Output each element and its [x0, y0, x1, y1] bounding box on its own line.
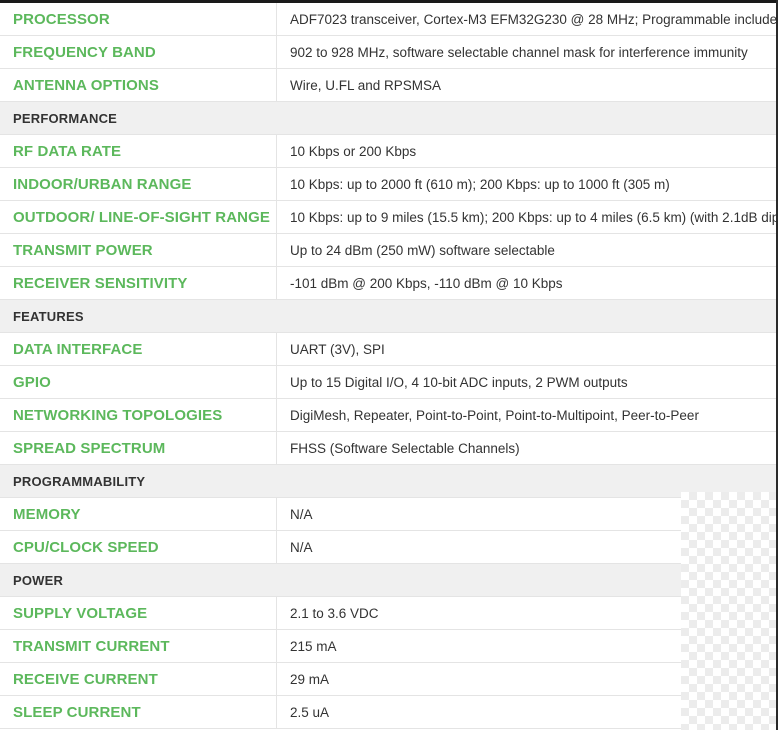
spec-label: SPREAD SPECTRUM — [0, 432, 277, 464]
spec-value: 10 Kbps: up to 2000 ft (610 m); 200 Kbps… — [290, 176, 670, 192]
spec-row: TRANSMIT POWER Up to 24 dBm (250 mW) soft… — [0, 234, 778, 267]
spec-value: Up to 15 Digital I/O, 4 10-bit ADC input… — [290, 374, 628, 390]
spec-label: FREQUENCY BAND — [0, 36, 277, 68]
spec-value: UART (3V), SPI — [290, 341, 385, 357]
spec-label: GPIO — [0, 366, 277, 398]
spec-row: OUTDOOR/ LINE-OF-SIGHT RANGE 10 Kbps: up … — [0, 201, 778, 234]
spec-row: INDOOR/URBAN RANGE 10 Kbps: up to 2000 ft… — [0, 168, 778, 201]
spec-row: RECEIVE CURRENT 29 mA — [0, 663, 778, 696]
spec-label: RECEIVE CURRENT — [0, 663, 277, 695]
spec-row: SPREAD SPECTRUM FHSS (Software Selectable… — [0, 432, 778, 465]
spec-label: INDOOR/URBAN RANGE — [0, 168, 277, 200]
spec-label: NETWORKING TOPOLOGIES — [0, 399, 277, 431]
spec-row: RF DATA RATE 10 Kbps or 200 Kbps — [0, 135, 778, 168]
spec-row: PROCESSOR ADF7023 transceiver, Cortex-M3 … — [0, 3, 778, 36]
spec-value: 902 to 928 MHz, software selectable chan… — [290, 44, 748, 60]
section-title: PERFORMANCE — [13, 110, 118, 126]
spec-label: RECEIVER SENSITIVITY — [0, 267, 277, 299]
spec-row: MEMORY N/A — [0, 498, 778, 531]
spec-label: RF DATA RATE — [0, 135, 277, 167]
spec-label: SLEEP CURRENT — [0, 696, 277, 728]
section-title: PROGRAMMABILITY — [13, 473, 146, 489]
spec-value: ADF7023 transceiver, Cortex-M3 EFM32G230… — [290, 11, 778, 27]
section-title: POWER — [13, 572, 64, 588]
section-header-row: PERFORMANCE — [0, 102, 778, 135]
spec-table: PROCESSOR ADF7023 transceiver, Cortex-M3 … — [0, 3, 778, 729]
spec-label: TRANSMIT CURRENT — [0, 630, 277, 662]
transparent-background-pattern — [681, 492, 776, 730]
spec-row: SLEEP CURRENT 2.5 uA — [0, 696, 778, 729]
spec-value: Wire, U.FL and RPSMSA — [290, 77, 442, 93]
section-header-row: POWER — [0, 564, 778, 597]
spec-value: DigiMesh, Repeater, Point-to-Point, Poin… — [290, 407, 699, 423]
spec-value: FHSS (Software Selectable Channels) — [290, 440, 520, 456]
spec-label: ANTENNA OPTIONS — [0, 69, 277, 101]
spec-row: FREQUENCY BAND 902 to 928 MHz, software s… — [0, 36, 778, 69]
spec-row: TRANSMIT CURRENT 215 mA — [0, 630, 778, 663]
spec-row: NETWORKING TOPOLOGIES DigiMesh, Repeater,… — [0, 399, 778, 432]
spec-label: PROCESSOR — [0, 3, 277, 35]
section-header-row: FEATURES — [0, 300, 778, 333]
spec-value: 10 Kbps or 200 Kbps — [290, 143, 417, 159]
spec-label: TRANSMIT POWER — [0, 234, 277, 266]
spec-label: SUPPLY VOLTAGE — [0, 597, 277, 629]
section-header-row: PROGRAMMABILITY — [0, 465, 778, 498]
spec-row: CPU/CLOCK SPEED N/A — [0, 531, 778, 564]
spec-label: MEMORY — [0, 498, 277, 530]
spec-label: OUTDOOR/ LINE-OF-SIGHT RANGE — [0, 201, 277, 233]
section-title: FEATURES — [13, 308, 84, 324]
spec-row: SUPPLY VOLTAGE 2.1 to 3.6 VDC — [0, 597, 778, 630]
spec-label: DATA INTERFACE — [0, 333, 277, 365]
spec-row: GPIO Up to 15 Digital I/O, 4 10-bit ADC i… — [0, 366, 778, 399]
spec-row: DATA INTERFACE UART (3V), SPI — [0, 333, 778, 366]
spec-value: -101 dBm @ 200 Kbps, -110 dBm @ 10 Kbps — [290, 275, 563, 291]
spec-row: RECEIVER SENSITIVITY -101 dBm @ 200 Kbps,… — [0, 267, 778, 300]
spec-row: ANTENNA OPTIONS Wire, U.FL and RPSMSA — [0, 69, 778, 102]
spec-label: CPU/CLOCK SPEED — [0, 531, 277, 563]
spec-value: 10 Kbps: up to 9 miles (15.5 km); 200 Kb… — [290, 209, 778, 225]
spec-value: Up to 24 dBm (250 mW) software selectabl… — [290, 242, 555, 258]
